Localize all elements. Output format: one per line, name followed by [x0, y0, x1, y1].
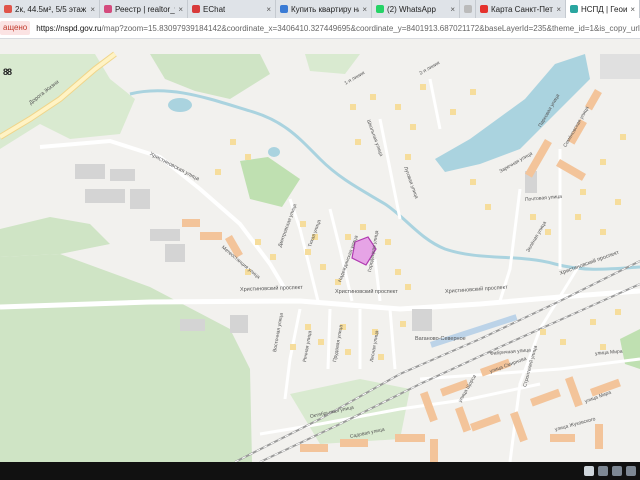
browser-tab[interactable]: (2) WhatsApp ×	[372, 0, 460, 18]
browser-tab[interactable]: Реестр | realtor_window×	[100, 0, 188, 18]
building	[165, 244, 185, 262]
whatsapp-icon	[376, 5, 384, 13]
app-icon[interactable]	[626, 466, 636, 476]
map-pin-icon	[480, 5, 488, 13]
network-icon[interactable]	[584, 466, 594, 476]
close-tab-icon[interactable]: ×	[447, 5, 455, 14]
pond	[268, 147, 280, 157]
close-tab-icon[interactable]: ×	[553, 5, 561, 14]
url-path: /map?zoom=15.83097939184142&coordinate_x…	[101, 23, 640, 33]
map-canvas[interactable]: Дорога Жизни Христиновская улица Христин…	[0, 39, 640, 462]
browser-tab[interactable]: Купить квартиру на ко...×	[276, 0, 372, 18]
layers-menu-icon[interactable]: 88	[3, 67, 12, 77]
street-label: Христиновский проспект	[335, 289, 398, 295]
registry-icon	[104, 5, 112, 13]
url-text[interactable]: https://nspd.gov.ru/map?zoom=15.83097939…	[36, 24, 640, 33]
browser-tab[interactable]: Карта Санкт-Петербург...×	[476, 0, 566, 18]
pond	[168, 98, 192, 112]
close-tab-icon[interactable]: ×	[627, 5, 635, 14]
tab-label: Реестр | realtor_window	[115, 4, 175, 14]
building	[395, 434, 425, 442]
building	[182, 219, 200, 227]
building	[595, 424, 603, 449]
building	[600, 54, 640, 79]
tab-label: EChat	[203, 4, 226, 14]
building	[110, 169, 135, 181]
building	[430, 439, 438, 462]
close-tab-icon[interactable]: ×	[359, 5, 367, 14]
building	[150, 229, 180, 241]
map-svg[interactable]	[0, 39, 640, 462]
browser-tab[interactable]: НСПД | Геоинформа...×	[566, 0, 640, 18]
taskbar	[0, 462, 640, 480]
browser-tab[interactable]: 2к, 44.5м², 5/5 этаж, у...×	[0, 0, 100, 18]
station-label: Ваганово-Северное	[415, 336, 466, 342]
building	[550, 434, 575, 442]
building	[180, 319, 205, 331]
app-icon[interactable]	[598, 466, 608, 476]
url-host: https://nspd.gov.ru	[36, 23, 102, 33]
tab-bar: 2к, 44.5м², 5/5 этаж, у...×Реестр | real…	[0, 0, 640, 18]
road	[326, 308, 332, 370]
building	[300, 444, 328, 452]
security-indicator[interactable]: ащено	[0, 21, 31, 35]
app-icon[interactable]	[612, 466, 622, 476]
chat-icon	[192, 5, 200, 13]
nspd-icon	[570, 5, 578, 13]
browser-tab[interactable]	[460, 0, 476, 18]
close-tab-icon[interactable]: ×	[175, 5, 183, 14]
building	[412, 309, 432, 331]
system-tray	[584, 466, 636, 476]
building	[130, 189, 150, 209]
browser-tab[interactable]: EChat ×	[188, 0, 276, 18]
close-tab-icon[interactable]: ×	[87, 5, 95, 14]
building	[340, 439, 368, 447]
address-bar[interactable]: ащено https://nspd.gov.ru/map?zoom=15.83…	[0, 18, 640, 39]
tab-label: 2к, 44.5м², 5/5 этаж, у...	[15, 4, 88, 14]
listing-icon	[4, 5, 12, 13]
close-tab-icon[interactable]: ×	[263, 5, 271, 14]
tab-label: (2) WhatsApp	[387, 4, 436, 14]
tab-label: Карта Санкт-Петербург...	[491, 4, 553, 14]
building	[75, 164, 105, 179]
building	[85, 189, 125, 203]
listing-icon	[280, 5, 288, 13]
building	[200, 232, 222, 240]
building	[230, 315, 248, 333]
blank-icon	[464, 5, 472, 13]
tab-label: Купить квартиру на ко...	[291, 4, 359, 14]
tab-label: НСПД | Геоинформа...	[581, 4, 628, 14]
